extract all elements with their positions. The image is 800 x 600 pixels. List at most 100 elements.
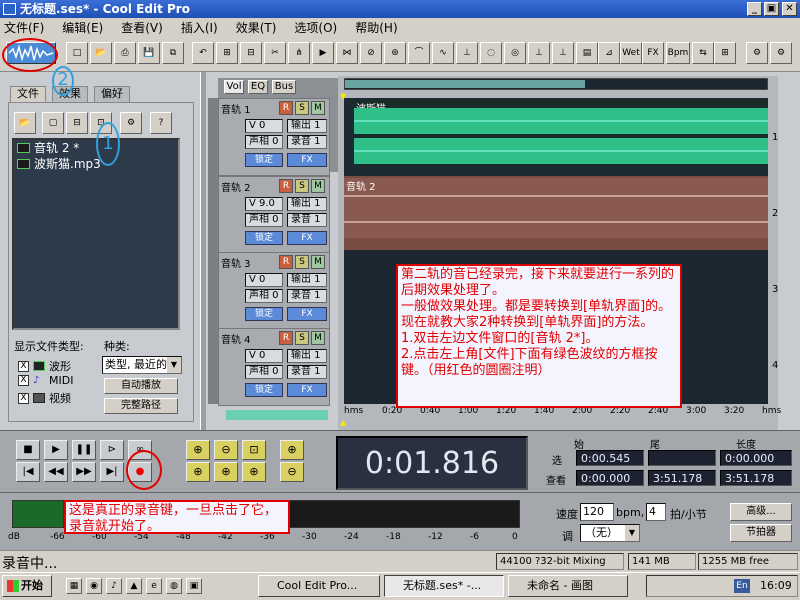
tool-icon[interactable]: ◌ <box>480 42 502 64</box>
close-file-icon[interactable]: ▢ <box>42 112 64 134</box>
type-wave-checkbox[interactable]: X <box>18 360 29 372</box>
go-end-button[interactable]: ▶| <box>100 462 124 482</box>
autoplay-button[interactable]: 自动播放 <box>104 378 178 394</box>
mute-button[interactable]: M <box>311 179 325 193</box>
app-icon[interactable]: ▲ <box>126 578 142 594</box>
record-input-field[interactable]: 录音 1 <box>287 213 327 227</box>
app-icon[interactable]: ▦ <box>66 578 82 594</box>
envelope-icon[interactable]: ⋔ <box>288 42 310 64</box>
zoom-sel-icon[interactable]: ⊕ <box>242 462 266 482</box>
record-arm-button[interactable]: R <box>279 101 293 115</box>
menu-file[interactable]: 文件(F) <box>4 19 44 36</box>
solo-button[interactable]: S <box>295 101 309 115</box>
type-video-row[interactable]: X 视频 <box>18 390 71 406</box>
metronome-button[interactable]: 节拍器 <box>730 524 792 542</box>
fullpath-button[interactable]: 完整路径 <box>104 398 178 414</box>
zoom-in-icon[interactable]: ⊕ <box>186 440 210 460</box>
view-end[interactable]: 3:51.178 <box>648 470 716 486</box>
tab-bus[interactable]: Bus <box>272 80 296 94</box>
fx-button[interactable]: FX <box>287 153 327 167</box>
clip-1[interactable]: 波斯猫 <box>354 100 768 166</box>
task-cooledit[interactable]: Cool Edit Pro... <box>258 575 380 597</box>
volume-field[interactable]: V 0 <box>245 119 283 133</box>
mute-button[interactable]: M <box>311 255 325 269</box>
tempo-input[interactable]: 120 <box>580 503 614 521</box>
sort-select[interactable]: 类型, 最近的 ▼ <box>102 356 182 374</box>
app-icon[interactable]: ◍ <box>166 578 182 594</box>
tab-eq[interactable]: EQ <box>248 80 268 94</box>
chevron-down-icon[interactable]: ▼ <box>167 357 181 373</box>
record-arm-button[interactable]: R <box>279 179 293 193</box>
tab-vol[interactable]: Vol <box>224 80 244 94</box>
lock-button[interactable]: 锁定 <box>245 153 283 167</box>
view-length[interactable]: 3:51.178 <box>720 470 792 486</box>
tool-icon[interactable]: ⊥ <box>528 42 550 64</box>
app-icon[interactable]: ▣ <box>186 578 202 594</box>
undo-icon[interactable]: ↶ <box>192 42 214 64</box>
pan-field[interactable]: 声相 0 <box>245 365 283 379</box>
app-icon[interactable]: ♪ <box>106 578 122 594</box>
tool-icon[interactable]: ∿ <box>432 42 454 64</box>
bpm-button[interactable]: Bpm <box>666 42 690 64</box>
output-field[interactable]: 输出 1 <box>287 349 327 363</box>
beats-input[interactable]: 4 <box>646 503 666 521</box>
close-button[interactable]: ✕ <box>782 2 797 16</box>
gear-icon[interactable]: ⚙ <box>770 42 792 64</box>
sel-length[interactable]: 0:00.000 <box>720 450 792 466</box>
rewind-button[interactable]: ◀◀ <box>44 462 68 482</box>
new-icon[interactable]: □ <box>66 42 88 64</box>
tool-icon[interactable]: ◎ <box>504 42 526 64</box>
app-icon[interactable]: ◉ <box>86 578 102 594</box>
track-name[interactable]: 音轨 3 <box>221 255 251 270</box>
tool-icon[interactable]: ▶ <box>312 42 334 64</box>
output-field[interactable]: 输出 1 <box>287 273 327 287</box>
tool-icon[interactable]: ⊟ <box>240 42 262 64</box>
browser-icon[interactable]: e <box>146 578 162 594</box>
solo-button[interactable]: S <box>295 179 309 193</box>
volume-field[interactable]: V 9.0 <box>245 197 283 211</box>
tool-icon[interactable]: ⊛ <box>384 42 406 64</box>
output-field[interactable]: 输出 1 <box>287 119 327 133</box>
tool-icon[interactable]: ⊿ <box>598 42 620 64</box>
menu-help[interactable]: 帮助(H) <box>355 19 397 36</box>
overview-bar[interactable] <box>344 78 768 90</box>
volume-field[interactable]: V 0 <box>245 273 283 287</box>
open-icon[interactable]: 📂 <box>90 42 112 64</box>
panel-splitter[interactable] <box>200 72 206 430</box>
track-name[interactable]: 音轨 1 <box>221 101 251 116</box>
fx-button[interactable]: FX <box>287 383 327 397</box>
wet-button[interactable]: Wet <box>620 42 642 64</box>
lock-button[interactable]: 锁定 <box>245 231 283 245</box>
mute-button[interactable]: M <box>311 101 325 115</box>
track-name[interactable]: 音轨 2 <box>221 179 251 194</box>
track-scroll-horizontal[interactable] <box>226 410 328 420</box>
chevron-down-icon[interactable]: ▼ <box>625 525 639 541</box>
lock-button[interactable]: 锁定 <box>245 383 283 397</box>
fx-button[interactable]: FX <box>287 307 327 321</box>
sel-begin[interactable]: 0:00.545 <box>576 450 644 466</box>
tab-favorites[interactable]: 偏好 <box>94 86 130 102</box>
menu-insert[interactable]: 插入(I) <box>181 19 218 36</box>
clip-2[interactable]: 音轨 2 <box>344 178 768 238</box>
menu-edit[interactable]: 编辑(E) <box>62 19 103 36</box>
play-button[interactable]: ▶ <box>44 440 68 460</box>
record-arm-button[interactable]: R <box>279 331 293 345</box>
play-to-end-button[interactable]: ⊳ <box>100 440 124 460</box>
type-video-checkbox[interactable]: X <box>18 392 29 404</box>
zoom-left-icon[interactable]: ⊕ <box>186 462 210 482</box>
help-icon[interactable]: ? <box>150 112 172 134</box>
gear-icon[interactable]: ⚙ <box>746 42 768 64</box>
menu-effects[interactable]: 效果(T) <box>236 19 277 36</box>
zoom-full-icon[interactable]: ⊡ <box>242 440 266 460</box>
forward-button[interactable]: ▶▶ <box>72 462 96 482</box>
zoom-right-icon[interactable]: ⊕ <box>214 462 238 482</box>
solo-button[interactable]: S <box>295 255 309 269</box>
tool-icon[interactable]: ⌒ <box>408 42 430 64</box>
record-arm-button[interactable]: R <box>279 255 293 269</box>
tool-icon[interactable]: ⊞ <box>714 42 736 64</box>
minimize-button[interactable]: _ <box>747 2 762 16</box>
overview-range[interactable] <box>345 80 585 88</box>
tool-icon[interactable]: ▤ <box>576 42 598 64</box>
fx-button[interactable]: FX <box>287 231 327 245</box>
pause-button[interactable]: ❚❚ <box>72 440 96 460</box>
